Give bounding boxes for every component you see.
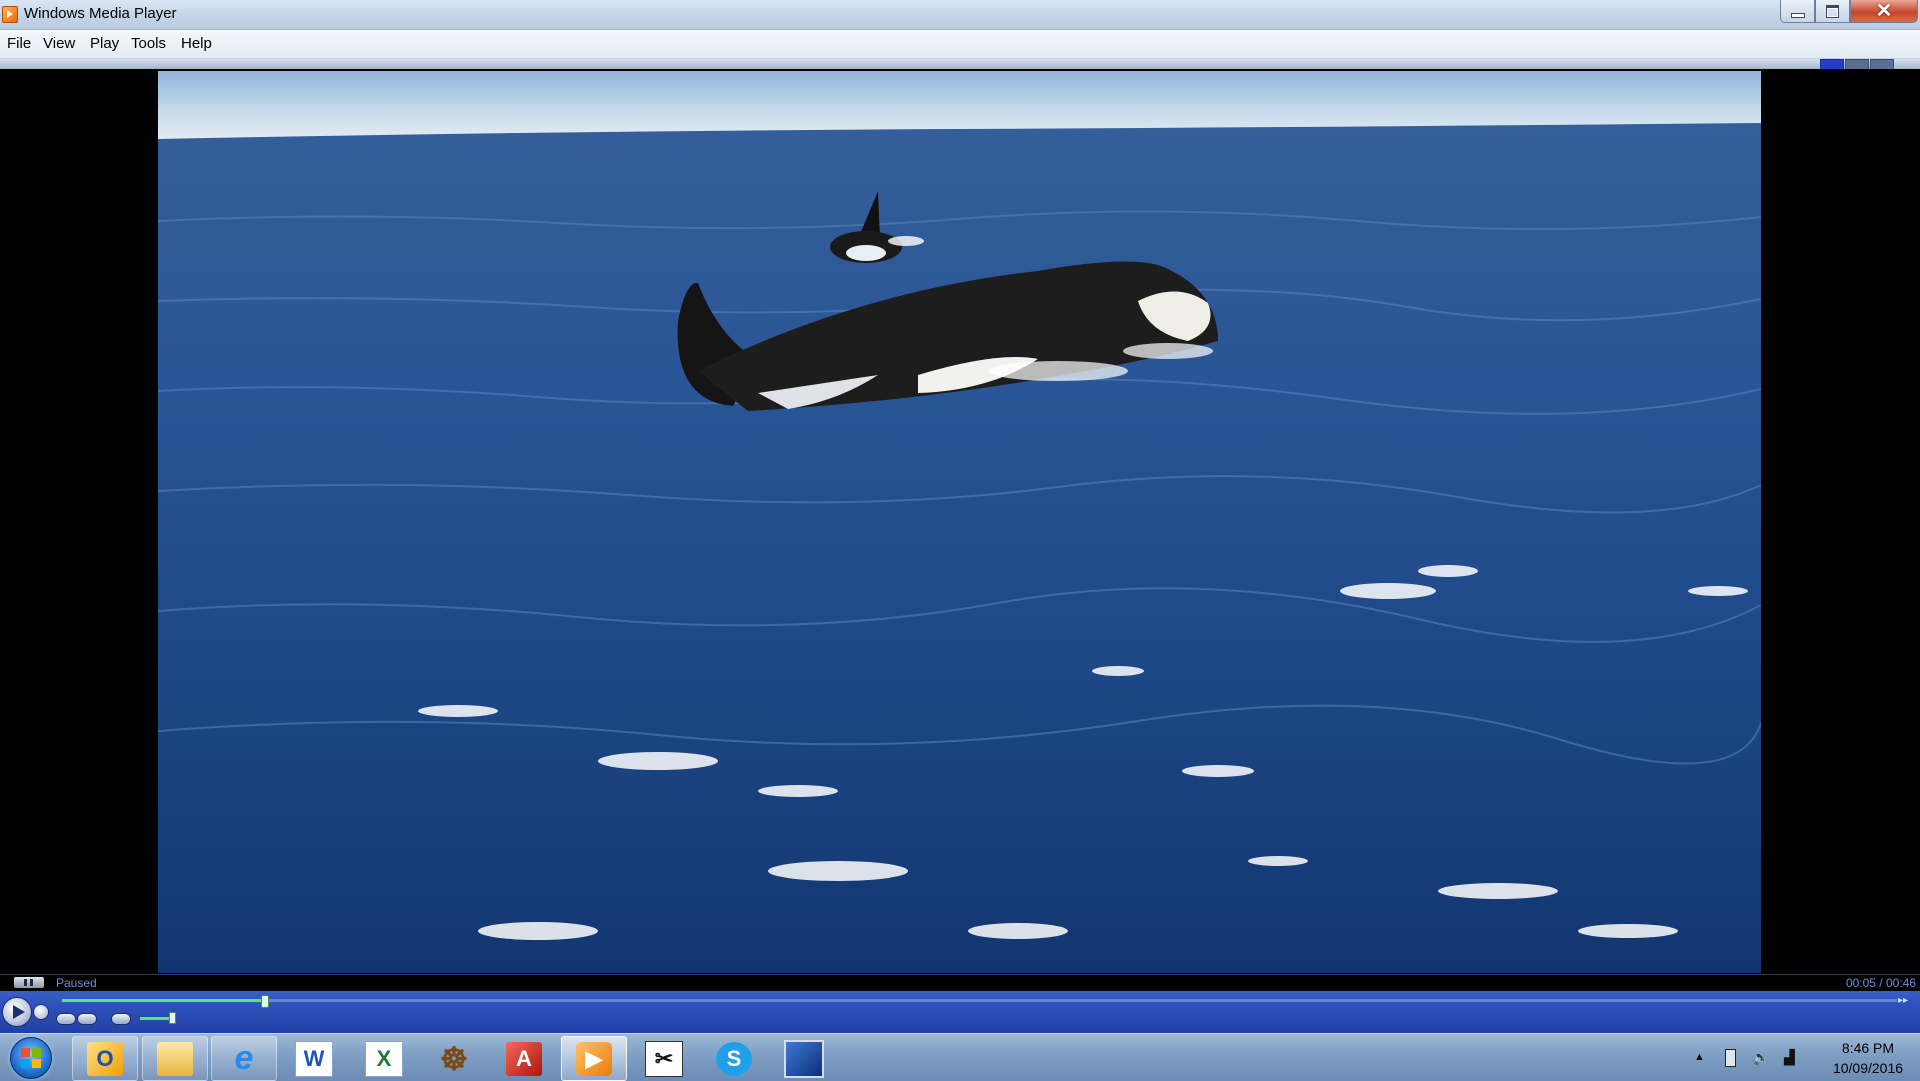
next-button[interactable] — [77, 1013, 97, 1025]
menu-file[interactable]: File — [7, 34, 31, 53]
excel-icon: X — [365, 1040, 403, 1077]
seek-end-marker-icon: ▸▸ — [1897, 995, 1908, 1006]
playback-status: Paused — [56, 976, 97, 990]
windows-media-player-icon — [2, 6, 18, 23]
clock-date[interactable]: 10/09/2016 — [1820, 1060, 1916, 1076]
minimize-icon — [1790, 12, 1805, 18]
taskbar-skype[interactable]: S — [701, 1036, 767, 1081]
taskbar-snipping-tool[interactable]: ✂ — [631, 1036, 697, 1081]
mute-button[interactable] — [111, 1013, 131, 1025]
seek-bar[interactable] — [62, 995, 1897, 1008]
file-explorer-icon — [157, 1041, 193, 1076]
clock-time[interactable]: 8:46 PM — [1820, 1040, 1916, 1056]
video-area[interactable] — [0, 69, 1920, 974]
taskbar-windows-media-player[interactable]: ▶ — [561, 1036, 627, 1081]
taskbar-ship-wheel-app[interactable]: ☸ — [421, 1036, 487, 1081]
orca-video-image — [158, 71, 1761, 973]
windows-logo-icon — [21, 1048, 41, 1068]
taskbar-acrobat[interactable]: A — [491, 1036, 557, 1081]
volume-icon[interactable]: 🔈 — [1752, 1049, 1769, 1065]
taskbar-file-explorer[interactable] — [142, 1036, 208, 1081]
skype-icon: S — [716, 1041, 752, 1076]
menu-view[interactable]: View — [43, 34, 75, 53]
start-button[interactable] — [10, 1037, 52, 1079]
seek-progress — [62, 999, 264, 1002]
window-title: Windows Media Player — [24, 5, 177, 22]
play-button[interactable] — [2, 997, 32, 1027]
restore-icon — [1826, 4, 1839, 18]
outlook-icon: O — [87, 1041, 123, 1076]
acrobat-icon: A — [506, 1041, 542, 1076]
volume-thumb[interactable] — [169, 1012, 176, 1024]
taskbar-remote-desktop[interactable] — [771, 1036, 837, 1081]
playback-controls: ▸▸ — [0, 991, 1920, 1033]
taskbar-word[interactable]: W — [281, 1036, 347, 1081]
word-icon: W — [295, 1040, 333, 1077]
status-bar: Paused 00:05 / 00:46 — [0, 974, 1920, 991]
network-signal-icon[interactable]: ▟ — [1784, 1049, 1798, 1065]
remote-desktop-icon — [784, 1039, 824, 1078]
menu-tools[interactable]: Tools — [131, 34, 166, 53]
video-frame[interactable] — [158, 71, 1761, 973]
snipping-tool-icon: ✂ — [645, 1040, 683, 1077]
menu-bar: File View Play Tools Help — [0, 30, 1920, 59]
internet-explorer-icon: e — [234, 1039, 254, 1077]
ship-wheel-icon: ☸ — [439, 1040, 469, 1077]
pause-status-icon — [14, 977, 44, 988]
previous-button[interactable] — [56, 1013, 76, 1025]
close-icon: ✕ — [1875, 0, 1893, 22]
time-display[interactable]: 00:05 / 00:46 — [1846, 976, 1916, 990]
taskbar-excel[interactable]: X — [351, 1036, 417, 1081]
maximize-button[interactable] — [1815, 0, 1850, 23]
title-bar: Windows Media Player ✕ — [0, 0, 1920, 30]
taskbar-internet-explorer[interactable]: e — [211, 1036, 277, 1081]
taskbar: O e W X ☸ A ▶ ✂ S ▲ 🔈 ▟ 8:46 PM 10/09/20… — [0, 1033, 1920, 1081]
seek-thumb[interactable] — [260, 995, 269, 1008]
windows-media-player-icon: ▶ — [576, 1041, 612, 1076]
stop-button[interactable] — [33, 1004, 49, 1020]
minimize-button[interactable] — [1780, 0, 1815, 23]
toolbar-separator — [0, 59, 1920, 69]
menu-help[interactable]: Help — [181, 34, 212, 53]
close-button[interactable]: ✕ — [1850, 0, 1918, 23]
show-hidden-icons-icon[interactable]: ▲ — [1694, 1051, 1708, 1067]
taskbar-outlook[interactable]: O — [72, 1036, 138, 1081]
battery-icon[interactable] — [1725, 1049, 1736, 1067]
menu-play[interactable]: Play — [90, 34, 119, 53]
